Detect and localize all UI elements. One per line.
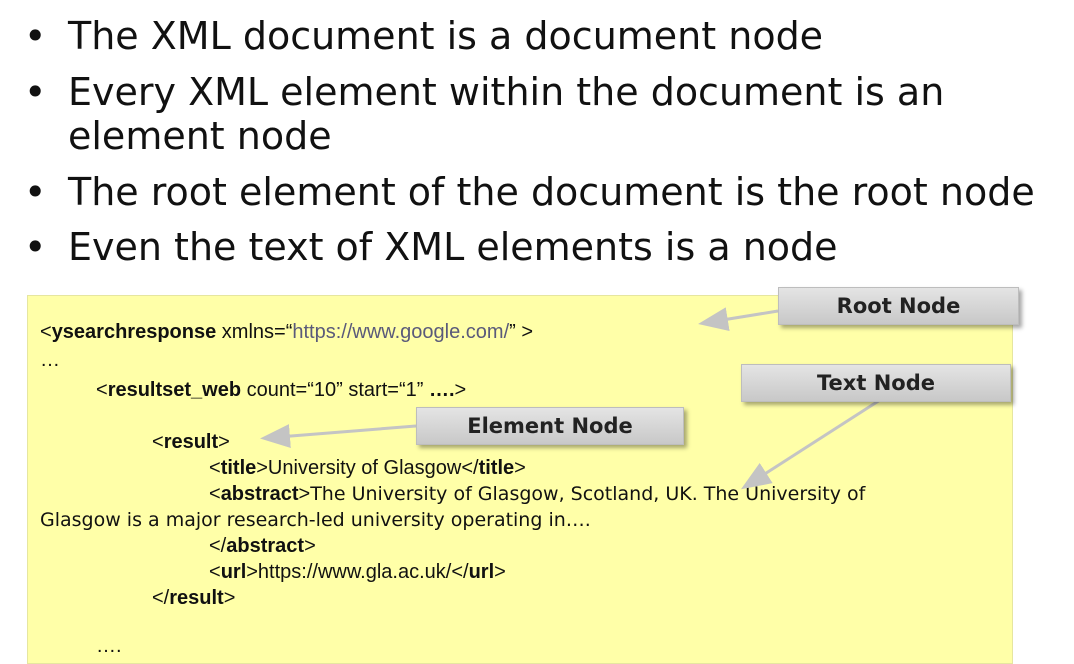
- element-node-label: Element Node: [416, 407, 684, 445]
- callout-arrows: [260, 307, 881, 490]
- element-node-arrow: [260, 424, 417, 449]
- text-node-arrow: [740, 398, 881, 490]
- text-node-label: Text Node: [741, 364, 1011, 402]
- root-node-arrow: [698, 307, 779, 332]
- root-node-label: Root Node: [778, 287, 1019, 325]
